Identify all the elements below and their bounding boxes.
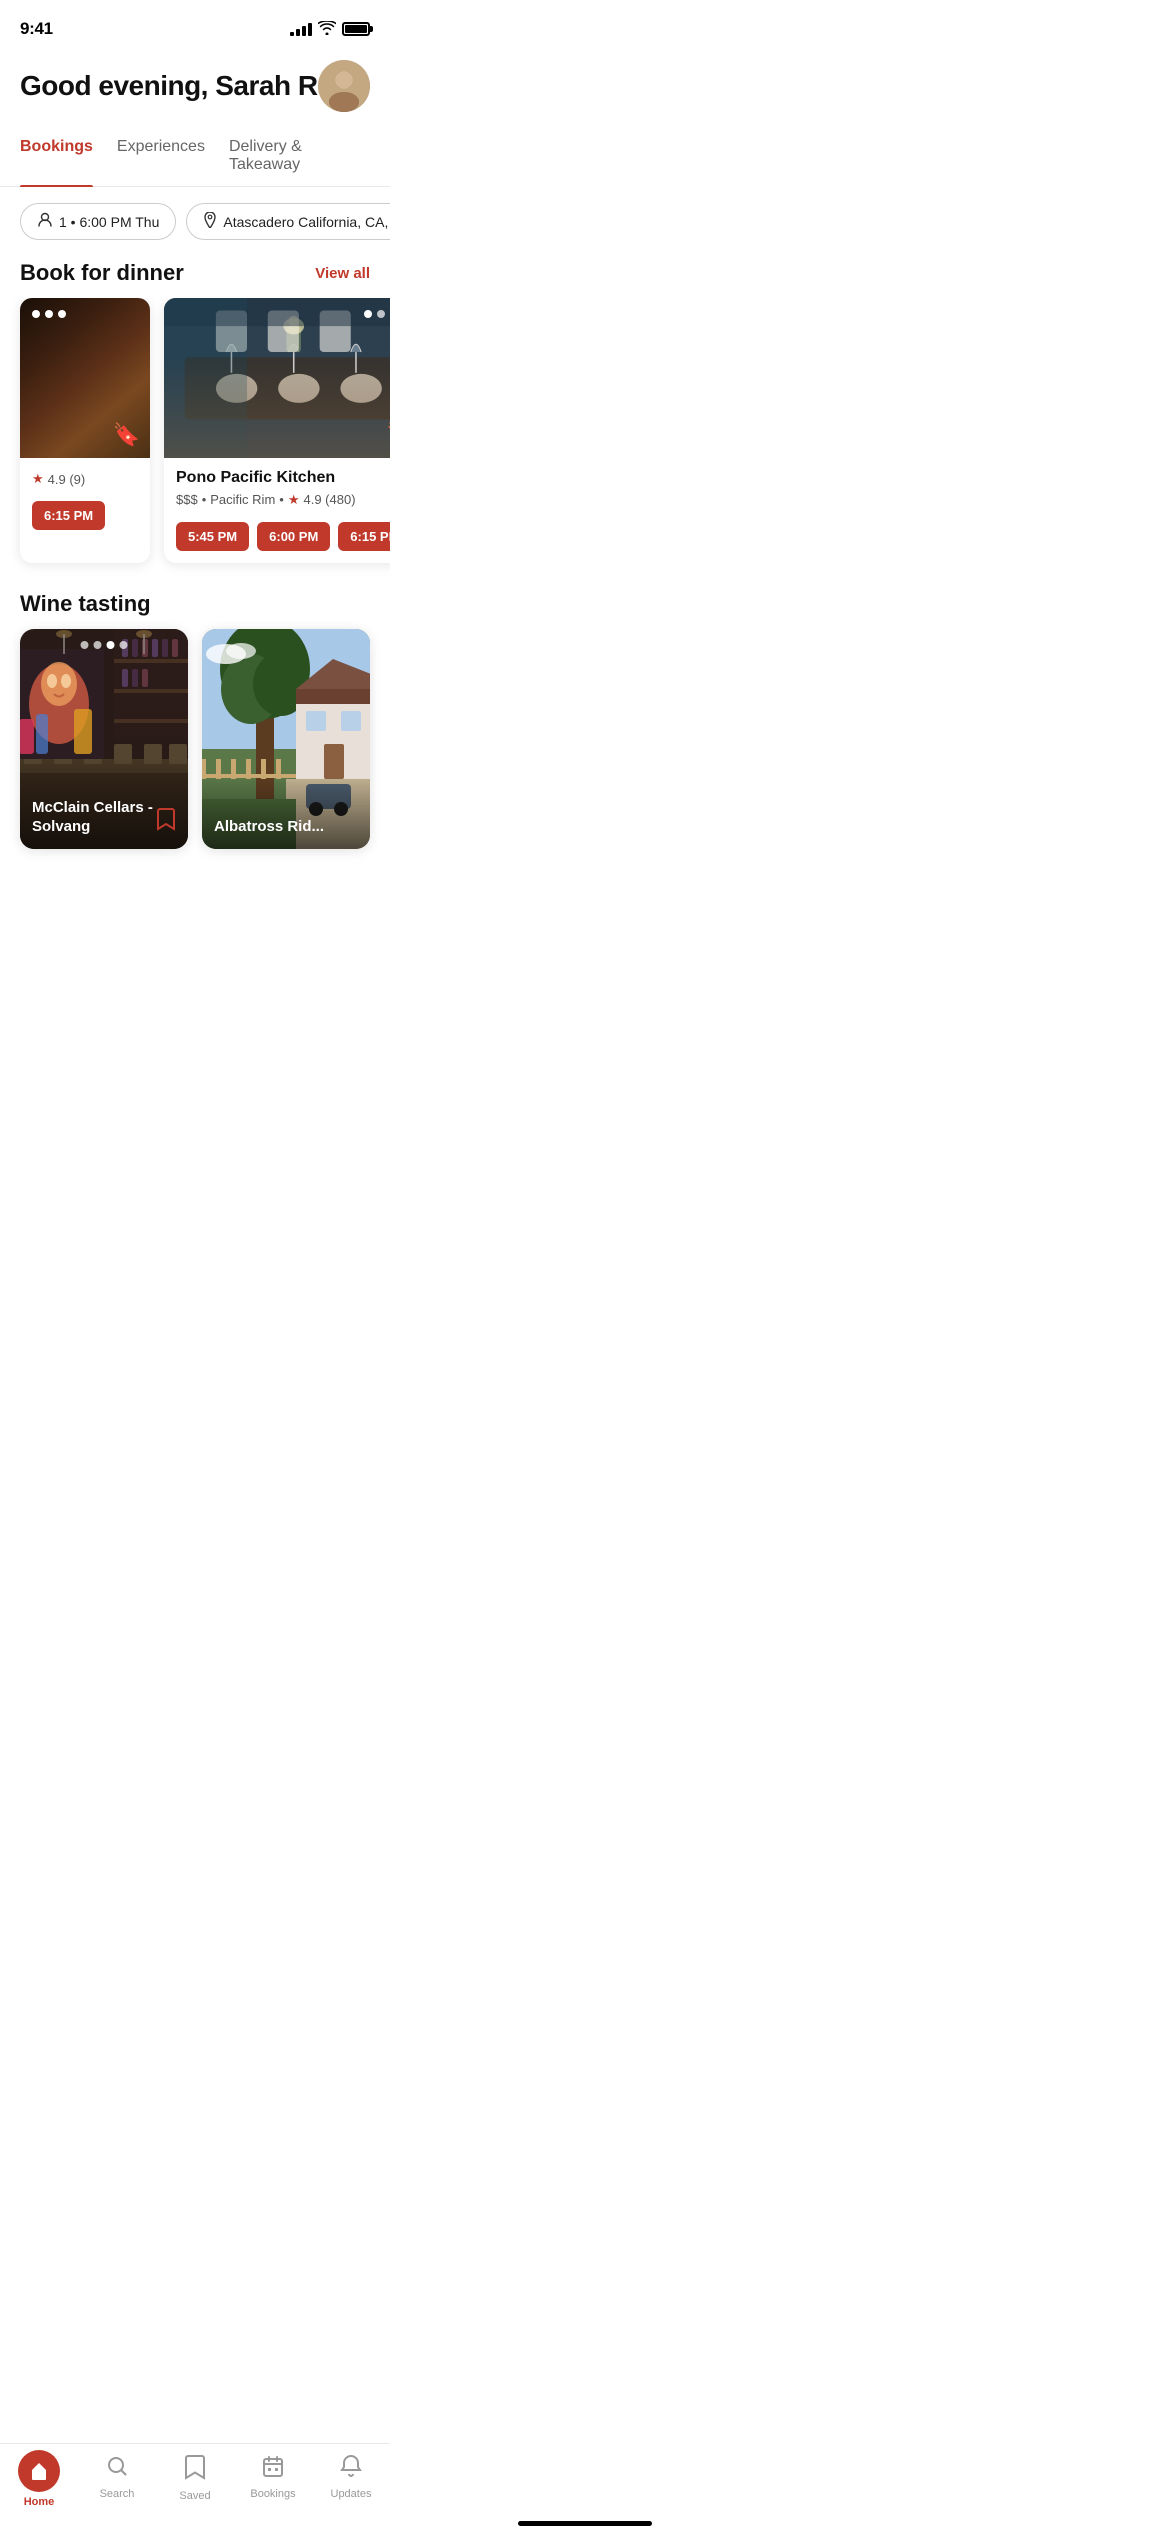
nav-search[interactable]: Search [78,2454,156,2508]
location-filter-label: Atascadero California, CA, United St... [223,214,390,230]
timeslot-1-1[interactable]: 6:15 PM [32,501,105,530]
wine-card-name-albatross: Albatross Rid... [202,777,370,849]
nav-bookings-label: Bookings [250,2488,295,2500]
wine-tasting-header: Wine tasting [0,587,390,629]
card-dots-1 [32,310,66,318]
bookmark-icon-pono[interactable]: 🔖 [386,422,390,448]
nav-home[interactable]: Home [0,2454,78,2508]
signal-icon [290,23,312,36]
main-tabs: Bookings Experiences Delivery & Takeaway [0,128,390,187]
nav-saved-label: Saved [179,2490,210,2502]
nav-home-label: Home [24,2496,55,2508]
restaurant-card-1[interactable]: 🔖 ★ 4.9 (9) 6:15 PM [20,298,150,563]
wine-tasting-title: Wine tasting [20,591,151,617]
card-dots-pono [364,310,390,318]
header: Good evening, Sarah R [0,50,390,128]
status-icons [290,21,370,38]
guest-icon [37,212,53,231]
wine-dots-mcclain [81,641,128,649]
timeslot-pono-3[interactable]: 6:15 PM [338,522,390,551]
search-icon [105,2454,129,2484]
guest-filter-pill[interactable]: 1 • 6:00 PM Thu [20,203,176,240]
book-dinner-header: Book for dinner View all [0,256,390,298]
card-rating-1: ★ 4.9 (9) [32,471,85,487]
tab-bookings[interactable]: Bookings [20,128,93,186]
card-name-pono: Pono Pacific Kitchen [176,468,390,489]
nav-saved[interactable]: Saved [156,2454,234,2508]
nav-bookings[interactable]: Bookings [234,2454,312,2508]
card-image-1: 🔖 [20,298,150,458]
wine-tasting-section: Wine tasting [0,579,390,869]
home-indicator [518,2521,652,2526]
tab-experiences[interactable]: Experiences [117,128,205,186]
nav-search-label: Search [100,2488,135,2500]
wine-card-mcclain[interactable]: McClain Cellars - Solvang [20,629,188,849]
restaurant-card-pono[interactable]: 🔖 Pono Pacific Kitchen $$$ • Pacific Rim… [164,298,390,563]
card-image-pono: 🔖 [164,298,390,458]
nav-updates-label: Updates [331,2488,372,2500]
book-dinner-title: Book for dinner [20,260,184,286]
tab-delivery[interactable]: Delivery & Takeaway [229,128,370,186]
timeslot-pono-1[interactable]: 5:45 PM [176,522,249,551]
saved-icon [184,2454,206,2486]
wine-cards-container: McClain Cellars - Solvang [0,629,390,869]
home-icon [18,2450,60,2492]
location-filter-pill[interactable]: Atascadero California, CA, United St... [186,203,390,240]
bookings-icon [261,2454,285,2484]
card-meta-pono: $$$ • Pacific Rim • ★ 4.9 (480) [176,492,390,508]
location-icon [203,212,217,231]
dinner-cards-scroll: 🔖 ★ 4.9 (9) 6:15 PM [0,298,390,579]
wine-bookmark-mcclain[interactable] [156,807,176,837]
nav-updates[interactable]: Updates [312,2454,390,2508]
status-bar: 9:41 [0,0,390,50]
greeting-text: Good evening, Sarah R [20,69,318,103]
bookmark-icon-1[interactable]: 🔖 [113,422,140,448]
updates-icon [340,2454,362,2484]
timeslot-pono-2[interactable]: 6:00 PM [257,522,330,551]
filter-bar: 1 • 6:00 PM Thu Atascadero California, C… [0,187,390,256]
guest-filter-label: 1 • 6:00 PM Thu [59,214,159,230]
bottom-nav: Home Search Saved Bookings [0,2443,390,2532]
status-time: 9:41 [20,19,53,39]
avatar[interactable] [318,60,370,112]
view-all-dinner[interactable]: View all [315,265,370,282]
wine-card-albatross[interactable]: Albatross Rid... [202,629,370,849]
battery-icon [342,22,370,36]
wifi-icon [318,21,336,38]
